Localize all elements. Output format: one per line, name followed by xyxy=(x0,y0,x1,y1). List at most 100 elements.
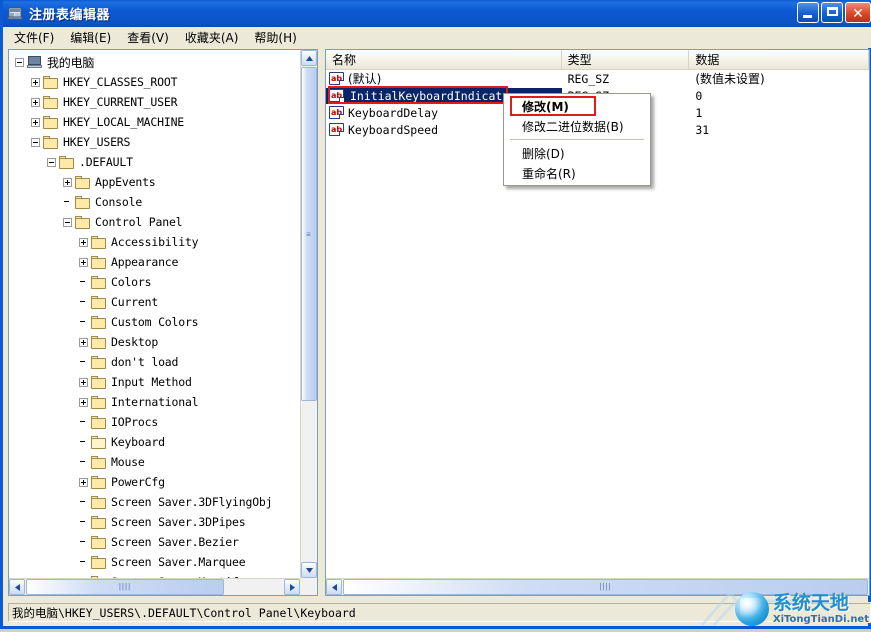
folder-icon xyxy=(91,335,107,349)
expand-icon[interactable] xyxy=(79,477,88,487)
tree-node[interactable]: International xyxy=(9,392,301,412)
tree-node[interactable]: Keyboard xyxy=(9,432,301,452)
tree-scroll-right-button[interactable] xyxy=(284,579,300,595)
tree-node-label: Current xyxy=(111,295,159,309)
tree-node[interactable]: Appearance xyxy=(9,252,301,272)
tree-node[interactable]: Colors xyxy=(9,272,301,292)
registry-editor-icon xyxy=(7,5,24,22)
tree-node-label: Accessibility xyxy=(111,235,199,249)
collapse-icon[interactable] xyxy=(15,57,24,67)
tree-node[interactable]: Screen Saver.Bezier xyxy=(9,532,301,552)
folder-icon xyxy=(91,395,107,409)
menu-file[interactable]: 文件(F) xyxy=(6,27,62,48)
value-type-cell: REG_SZ xyxy=(567,71,610,86)
tree-horizontal-scrollbar[interactable]: |||| xyxy=(9,578,300,595)
maximize-button[interactable] xyxy=(821,2,843,23)
minimize-button[interactable] xyxy=(797,2,819,23)
collapse-icon[interactable] xyxy=(47,157,56,167)
folder-icon xyxy=(43,135,59,149)
tree-scroll-viewport: 我的电脑 HKEY_CLASSES_ROOT HKEY_CURRENT_USER HK… xyxy=(9,50,301,579)
tree-node[interactable]: HKEY_CLASSES_ROOT xyxy=(9,72,301,92)
expand-icon[interactable] xyxy=(79,377,88,387)
tree-node-label: Screen Saver.3DFlyingObj xyxy=(111,495,273,509)
tree-node-spacer xyxy=(79,358,88,367)
string-value-icon: ab xyxy=(329,89,344,102)
value-context-menu[interactable]: 修改(M) 修改二进位数据(B) 删除(D) 重命名(R) xyxy=(503,93,651,186)
expand-icon[interactable] xyxy=(79,397,88,407)
tree-node[interactable]: Screen Saver.Marquee xyxy=(9,552,301,572)
tree-node[interactable]: don't load xyxy=(9,352,301,372)
tree-scroll-down-button[interactable] xyxy=(301,562,317,578)
tree-node[interactable]: Desktop xyxy=(9,332,301,352)
value-name: KeyboardSpeed xyxy=(348,122,439,137)
folder-icon xyxy=(91,255,107,269)
tree-vertical-scrollbar[interactable]: ≡ xyxy=(300,50,317,578)
ctx-modify[interactable]: 修改(M) xyxy=(504,96,650,116)
tree-node[interactable]: Accessibility xyxy=(9,232,301,252)
ctx-rename[interactable]: 重命名(R) xyxy=(504,163,650,183)
expand-icon[interactable] xyxy=(31,97,40,107)
tree-node[interactable]: PowerCfg xyxy=(9,472,301,492)
ctx-delete[interactable]: 删除(D) xyxy=(504,143,650,163)
list-hscroll-thumb[interactable]: |||| xyxy=(343,579,868,595)
tree-node-label: HKEY_CLASSES_ROOT xyxy=(63,75,178,89)
column-header[interactable]: 类型 xyxy=(561,50,690,69)
tree-scroll-left-button[interactable] xyxy=(9,579,25,595)
tree-hscroll-thumb[interactable]: |||| xyxy=(26,579,224,595)
expand-icon[interactable] xyxy=(79,257,88,267)
menu-edit[interactable]: 编辑(E) xyxy=(62,27,119,48)
tree-node-spacer xyxy=(79,458,88,467)
tree-node[interactable]: 我的电脑 xyxy=(9,52,301,72)
string-value-icon: ab xyxy=(329,123,344,136)
folder-icon xyxy=(43,95,59,109)
list-scroll-left-button[interactable] xyxy=(326,579,342,595)
close-button[interactable]: ✕ xyxy=(845,2,871,23)
menu-favorites[interactable]: 收藏夹(A) xyxy=(177,27,247,48)
expand-icon[interactable] xyxy=(31,77,40,87)
registry-editor-window: 注册表编辑器 ✕ 文件(F) 编辑(E) 查看(V) 收藏夹(A) 帮助(H) … xyxy=(0,0,871,629)
tree-node[interactable]: HKEY_USERS xyxy=(9,132,301,152)
registry-tree[interactable]: 我的电脑 HKEY_CLASSES_ROOT HKEY_CURRENT_USER HK… xyxy=(9,50,301,579)
tree-node[interactable]: Screen Saver.3DFlyingObj xyxy=(9,492,301,512)
collapse-icon[interactable] xyxy=(63,217,72,227)
collapse-icon[interactable] xyxy=(31,137,40,147)
tree-node-spacer xyxy=(79,318,88,327)
tree-node-label: Screen Saver.3DPipes xyxy=(111,515,246,529)
menu-view[interactable]: 查看(V) xyxy=(119,27,177,48)
tree-node[interactable]: HKEY_LOCAL_MACHINE xyxy=(9,112,301,132)
folder-open-icon xyxy=(91,435,107,449)
list-horizontal-scrollbar[interactable]: |||| xyxy=(326,578,869,595)
tree-node[interactable]: Mouse xyxy=(9,452,301,472)
tree-node-label: IOProcs xyxy=(111,415,159,429)
window-title: 注册表编辑器 xyxy=(29,8,111,23)
expand-icon[interactable] xyxy=(31,117,40,127)
tree-node-label: Screen Saver.Bezier xyxy=(111,535,239,549)
tree-node[interactable]: Current xyxy=(9,292,301,312)
tree-node[interactable]: Screen Saver.3DPipes xyxy=(9,512,301,532)
expand-icon[interactable] xyxy=(79,337,88,347)
expand-icon[interactable] xyxy=(63,177,72,187)
tree-node-label: HKEY_LOCAL_MACHINE xyxy=(63,115,185,129)
table-row[interactable]: ab (默认) REG_SZ (数值未设置) xyxy=(326,70,869,87)
tree-node[interactable]: Control Panel xyxy=(9,212,301,232)
tree-node[interactable]: IOProcs xyxy=(9,412,301,432)
column-header[interactable]: 数据 xyxy=(689,50,869,69)
column-header[interactable]: 名称 xyxy=(326,50,562,69)
tree-node[interactable]: Custom Colors xyxy=(9,312,301,332)
tree-scroll-up-button[interactable] xyxy=(301,50,317,66)
folder-icon xyxy=(91,235,107,249)
tree-scroll-thumb[interactable]: ≡ xyxy=(301,67,317,401)
column-header-label: 类型 xyxy=(567,53,592,67)
tree-node[interactable]: Console xyxy=(9,192,301,212)
menu-help[interactable]: 帮助(H) xyxy=(246,27,304,48)
ctx-modify-binary[interactable]: 修改二进位数据(B) xyxy=(504,116,650,136)
string-value-icon: ab xyxy=(329,72,344,85)
tree-node[interactable]: .DEFAULT xyxy=(9,152,301,172)
expand-icon[interactable] xyxy=(79,237,88,247)
folder-icon xyxy=(91,495,107,509)
status-bar: 我的电脑\HKEY_USERS\.DEFAULT\Control Panel\K… xyxy=(6,602,871,623)
folder-icon xyxy=(91,475,107,489)
tree-node[interactable]: Input Method xyxy=(9,372,301,392)
tree-node[interactable]: HKEY_CURRENT_USER xyxy=(9,92,301,112)
tree-node[interactable]: AppEvents xyxy=(9,172,301,192)
